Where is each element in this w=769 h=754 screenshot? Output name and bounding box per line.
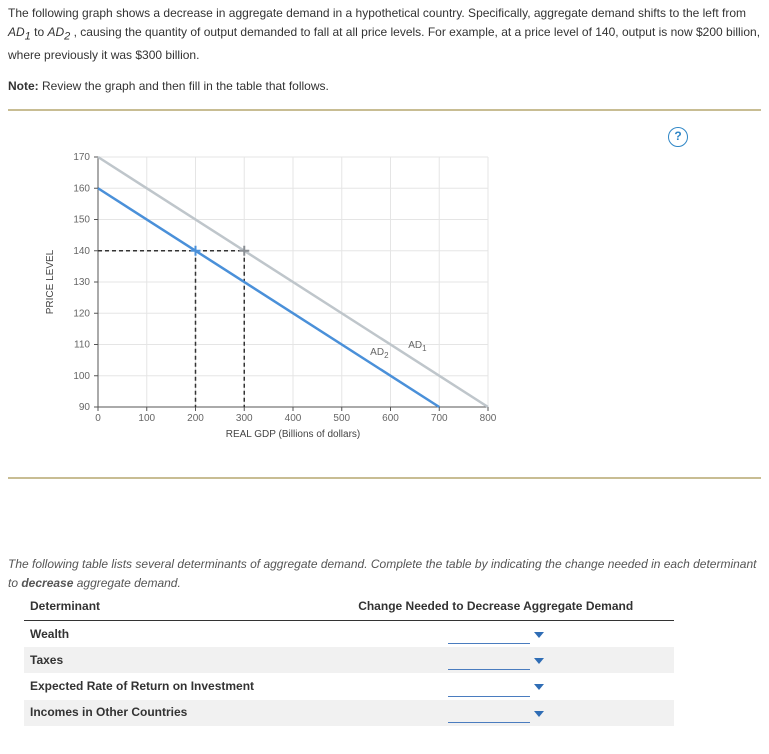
svg-text:160: 160 <box>73 183 90 194</box>
determinant-label: Wealth <box>24 621 317 648</box>
svg-text:800: 800 <box>480 413 497 424</box>
graph-container: ? 0 100 200 300 400 500 600 700 800 90 100 110 120 13… <box>8 127 708 457</box>
help-icon[interactable]: ? <box>668 127 688 147</box>
note-label: Note: <box>8 79 39 93</box>
change-cell <box>317 700 674 726</box>
section-separator-top <box>8 109 761 111</box>
question-bold: decrease <box>21 576 73 590</box>
ad-chart: 0 100 200 300 400 500 600 700 800 90 100 110 120 130 1… <box>8 127 528 457</box>
table-row: Taxes <box>24 647 674 673</box>
svg-text:150: 150 <box>73 214 90 225</box>
determinant-label: Taxes <box>24 647 317 673</box>
svg-text:110: 110 <box>74 339 90 350</box>
question-part2: aggregate demand. <box>77 576 181 590</box>
svg-text:100: 100 <box>73 370 90 381</box>
svg-text:PRICE LEVEL: PRICE LEVEL <box>45 249 56 314</box>
svg-text:100: 100 <box>138 413 155 424</box>
chevron-down-icon[interactable] <box>534 658 544 664</box>
question-text: The following table lists several determ… <box>8 555 761 593</box>
change-cell <box>317 621 674 648</box>
col-header-change: Change Needed to Decrease Aggregate Dema… <box>317 593 674 621</box>
table-row: Wealth <box>24 621 674 648</box>
svg-text:140: 140 <box>73 245 90 256</box>
ad1-sym: AD <box>8 25 25 39</box>
table-row: Expected Rate of Return on Investment <box>24 673 674 699</box>
svg-text:700: 700 <box>431 413 448 424</box>
chevron-down-icon[interactable] <box>534 632 544 638</box>
ad1-sub: 1 <box>25 31 31 43</box>
section-separator-bottom <box>8 477 761 479</box>
determinant-table: Determinant Change Needed to Decrease Ag… <box>24 593 674 726</box>
svg-text:REAL GDP (Billions of dollars): REAL GDP (Billions of dollars) <box>226 429 361 440</box>
svg-text:170: 170 <box>73 152 90 163</box>
svg-text:300: 300 <box>236 413 253 424</box>
ad2-sub: 2 <box>64 31 70 43</box>
svg-text:600: 600 <box>382 413 399 424</box>
svg-text:500: 500 <box>333 413 350 424</box>
intro-text: The following graph shows a decrease in … <box>8 6 746 20</box>
change-dropdown[interactable] <box>448 676 530 696</box>
svg-text:400: 400 <box>285 413 302 424</box>
change-dropdown[interactable] <box>448 624 530 644</box>
determinant-label: Expected Rate of Return on Investment <box>24 673 317 699</box>
svg-text:90: 90 <box>79 402 91 413</box>
svg-text:130: 130 <box>73 277 90 288</box>
note-line: Note: Review the graph and then fill in … <box>8 77 761 96</box>
change-cell <box>317 647 674 673</box>
intro-text-3: , causing the quantity of output demande… <box>8 25 760 62</box>
chevron-down-icon[interactable] <box>534 711 544 717</box>
note-text: Review the graph and then fill in the ta… <box>39 79 329 93</box>
svg-text:200: 200 <box>187 413 204 424</box>
change-cell <box>317 673 674 699</box>
determinant-label: Incomes in Other Countries <box>24 700 317 726</box>
intro-paragraph: The following graph shows a decrease in … <box>8 4 761 65</box>
change-dropdown[interactable] <box>448 703 530 723</box>
chevron-down-icon[interactable] <box>534 684 544 690</box>
col-header-determinant: Determinant <box>24 593 317 621</box>
table-row: Incomes in Other Countries <box>24 700 674 726</box>
svg-text:AD1: AD1 <box>408 340 427 353</box>
intro-text-2: to <box>34 25 47 39</box>
svg-text:AD2: AD2 <box>370 346 389 359</box>
ad2-sym: AD <box>47 25 64 39</box>
change-dropdown[interactable] <box>448 650 530 670</box>
svg-text:120: 120 <box>73 308 90 319</box>
svg-text:0: 0 <box>95 413 101 424</box>
